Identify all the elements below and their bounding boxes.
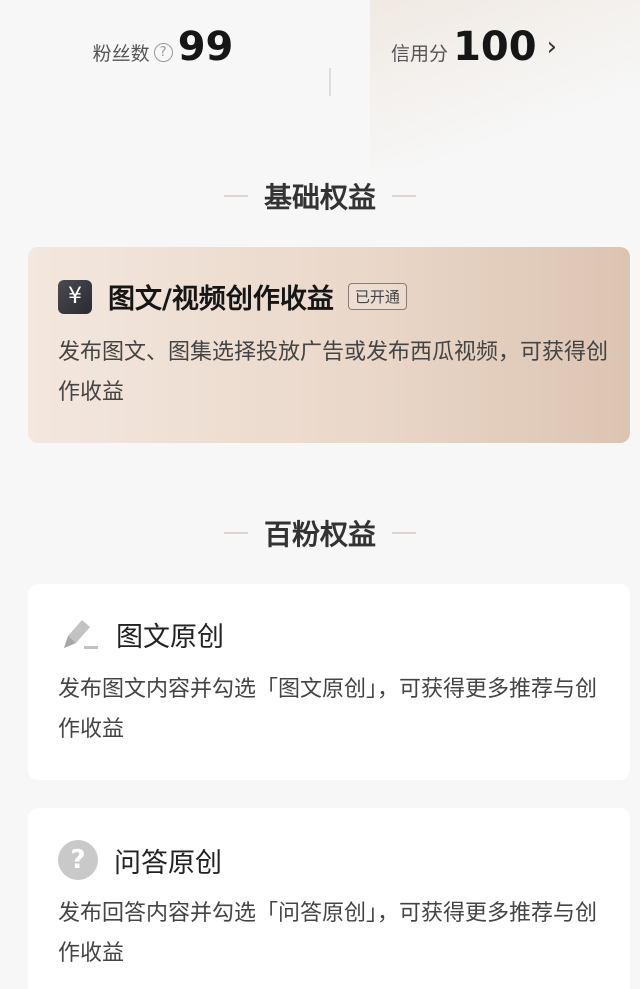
question-icon: ? xyxy=(58,840,98,880)
card-creation-revenue[interactable]: ¥ 图文/视频创作收益 已开通 发布图文、图集选择投放广告或发布西瓜视频，可获得… xyxy=(28,247,630,443)
card-qa-original[interactable]: ? 问答原创 发布回答内容并勾选「问答原创」，可获得更多推荐与创作收益 xyxy=(28,808,630,989)
credit-value: 100 xyxy=(453,24,537,70)
title-line-left xyxy=(223,532,248,534)
card-article-original[interactable]: 图文原创 发布图文内容并勾选「图文原创」，可获得更多推荐与创作收益 xyxy=(28,584,630,780)
status-badge: 已开通 xyxy=(347,283,407,310)
credit-stat[interactable]: 信用分 100 › xyxy=(374,18,574,70)
credit-label: 信用分 xyxy=(390,43,448,65)
stats-bar: 粉丝数 ? 99 信用分 100 › xyxy=(0,0,640,130)
section-title-basic: 基础权益 xyxy=(0,176,640,216)
yuan-icon: ¥ xyxy=(58,279,92,314)
title-line-left xyxy=(223,195,248,197)
card-title: 图文原创 xyxy=(116,621,224,653)
section-hundred-title: 百粉权益 xyxy=(263,518,376,551)
stats-divider xyxy=(329,68,331,96)
card-title: 图文/视频创作收益 xyxy=(108,284,334,315)
title-line-right xyxy=(392,532,416,534)
chevron-right-icon[interactable]: › xyxy=(547,32,557,62)
fans-label: 粉丝数 xyxy=(92,43,150,65)
section-title-hundred: 百粉权益 xyxy=(0,513,640,553)
card-desc: 发布图文、图集选择投放广告或发布西瓜视频，可获得创作收益 xyxy=(58,340,609,405)
title-line-right xyxy=(392,195,416,197)
fans-stat[interactable]: 粉丝数 ? 99 xyxy=(63,18,263,70)
card-desc: 发布回答内容并勾选「问答原创」，可获得更多推荐与创作收益 xyxy=(58,901,598,966)
card-title: 问答原创 xyxy=(114,847,222,879)
help-icon[interactable]: ? xyxy=(153,43,173,62)
fans-value: 99 xyxy=(177,24,234,70)
card-desc: 发布图文内容并勾选「图文原创」，可获得更多推荐与创作收益 xyxy=(58,677,598,742)
section-basic-title: 基础权益 xyxy=(263,181,376,214)
pen-icon xyxy=(58,614,100,654)
